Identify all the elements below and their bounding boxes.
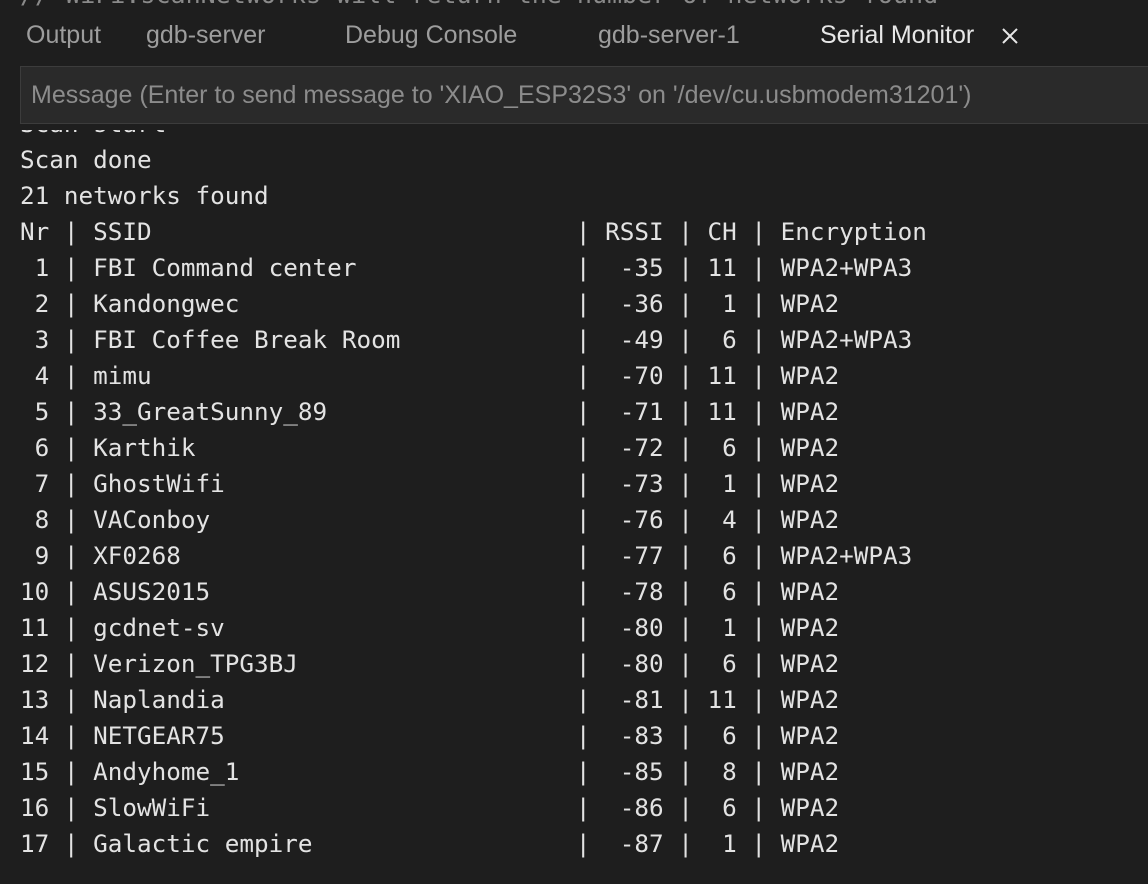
table-row: 13 | Naplandia | -81 | 11 | WPA2: [20, 685, 840, 714]
output-line-partial: Scan start: [20, 130, 927, 142]
tab-gdb-server[interactable]: gdb-server: [146, 21, 266, 50]
table-header: Nr | SSID | RSSI | CH | Encryption: [20, 217, 927, 246]
close-icon[interactable]: [998, 24, 1022, 48]
table-row: 4 | mimu | -70 | 11 | WPA2: [20, 361, 840, 390]
panel-tab-bar: Output gdb-server Debug Console gdb-serv…: [0, 8, 1148, 66]
clipped-text-line: // WiFi.scanNetworks will return the num…: [20, 0, 938, 8]
tab-gdb-server-1[interactable]: gdb-server-1: [598, 21, 740, 50]
tab-debug-console[interactable]: Debug Console: [345, 21, 517, 50]
table-row: 12 | Verizon_TPG3BJ | -80 | 6 | WPA2: [20, 649, 840, 678]
table-row: 8 | VAConboy | -76 | 4 | WPA2: [20, 505, 840, 534]
message-input-container: [20, 66, 1148, 124]
table-row: 3 | FBI Coffee Break Room | -49 | 6 | WP…: [20, 325, 913, 354]
table-row: 9 | XF0268 | -77 | 6 | WPA2+WPA3: [20, 541, 913, 570]
table-row: 10 | ASUS2015 | -78 | 6 | WPA2: [20, 577, 840, 606]
serial-output-pane[interactable]: Scan start Scan done 21 networks found N…: [0, 130, 1148, 884]
tab-output[interactable]: Output: [26, 21, 101, 50]
close-icon-glyph: [1002, 28, 1018, 44]
message-input[interactable]: [21, 67, 1148, 123]
table-row: 11 | gcdnet-sv | -80 | 1 | WPA2: [20, 613, 840, 642]
table-row: 17 | Galactic empire | -87 | 1 | WPA2: [20, 829, 840, 858]
table-row: 16 | SlowWiFi | -86 | 6 | WPA2: [20, 793, 840, 822]
table-row: 14 | NETGEAR75 | -83 | 6 | WPA2: [20, 721, 840, 750]
table-row: 7 | GhostWifi | -73 | 1 | WPA2: [20, 469, 840, 498]
table-row: 15 | Andyhome_1 | -85 | 8 | WPA2: [20, 757, 840, 786]
table-row: 2 | Kandongwec | -36 | 1 | WPA2: [20, 289, 840, 318]
previous-output-clipped: // WiFi.scanNetworks will return the num…: [0, 0, 1148, 8]
serial-output-text: Scan start Scan done 21 networks found N…: [20, 130, 927, 862]
output-line-scan-done: Scan done: [20, 145, 152, 174]
table-row: 5 | 33_GreatSunny_89 | -71 | 11 | WPA2: [20, 397, 840, 426]
tab-serial-monitor[interactable]: Serial Monitor: [820, 21, 974, 50]
table-row: 1 | FBI Command center | -35 | 11 | WPA2…: [20, 253, 913, 282]
table-row: 6 | Karthik | -72 | 6 | WPA2: [20, 433, 840, 462]
output-line-networks-found: 21 networks found: [20, 181, 269, 210]
